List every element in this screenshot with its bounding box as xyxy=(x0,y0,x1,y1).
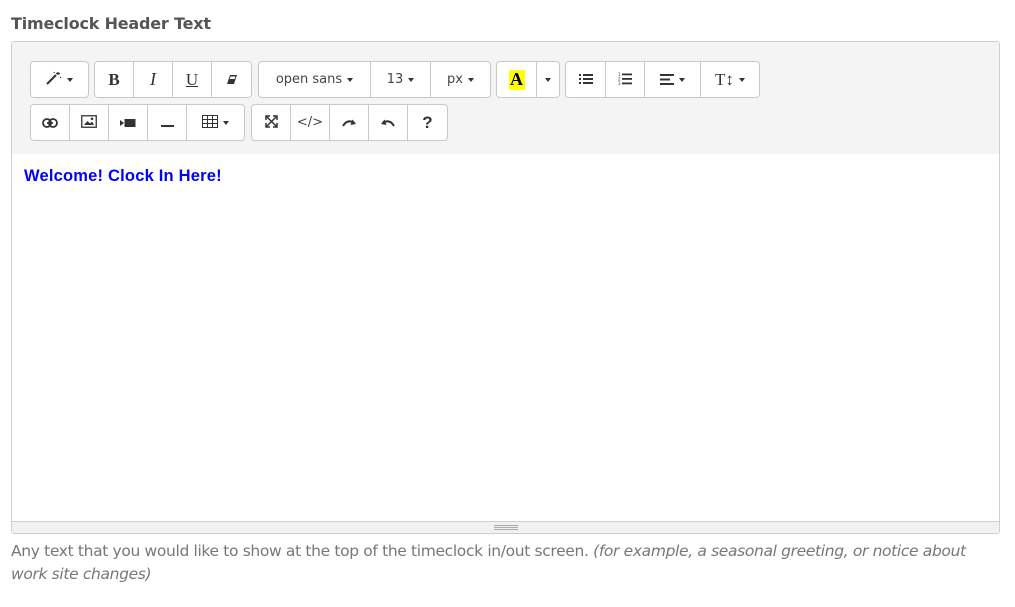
style-group xyxy=(30,61,89,98)
font-unit-value: px xyxy=(447,72,463,87)
insert-link-button[interactable] xyxy=(31,105,70,140)
font-size-dropdown[interactable]: 13 xyxy=(371,62,431,97)
horizontal-rule-icon xyxy=(160,115,174,131)
svg-text:3: 3 xyxy=(618,81,621,85)
table-icon xyxy=(202,114,218,131)
highlight-color-swatch: A xyxy=(508,69,525,90)
clear-format-button[interactable] xyxy=(212,62,251,97)
align-dropdown-button[interactable] xyxy=(645,62,701,97)
redo-button[interactable] xyxy=(330,105,369,140)
insert-table-button[interactable] xyxy=(187,105,244,140)
field-label: Timeclock Header Text xyxy=(11,14,211,33)
code-view-label: </> xyxy=(296,115,324,130)
underline-button[interactable]: U xyxy=(173,62,212,97)
insert-video-button[interactable] xyxy=(109,105,148,140)
font-style-group: B I U xyxy=(94,61,252,98)
editor-content-area[interactable]: Welcome! Clock In Here! xyxy=(12,154,999,523)
style-dropdown-button[interactable] xyxy=(31,62,88,97)
magic-wand-icon xyxy=(46,71,62,88)
header-text-content: Welcome! Clock In Here! xyxy=(24,167,222,185)
font-family-dropdown[interactable]: open sans xyxy=(259,62,371,97)
link-icon xyxy=(42,115,58,131)
image-icon xyxy=(81,114,97,131)
chevron-down-icon xyxy=(545,77,551,82)
font-group: open sans 13 px xyxy=(258,61,491,98)
grip-icon xyxy=(493,525,518,530)
horizontal-rule-button[interactable] xyxy=(148,105,187,140)
font-family-value: open sans xyxy=(275,72,343,87)
video-icon xyxy=(120,115,136,131)
highlight-color-button[interactable]: A xyxy=(497,62,537,97)
align-left-icon xyxy=(660,72,674,88)
view-group: </> ? xyxy=(251,104,448,141)
insert-image-button[interactable] xyxy=(70,105,109,140)
line-height-label: T↕ xyxy=(715,69,734,89)
bold-button[interactable]: B xyxy=(95,62,134,97)
rich-text-editor[interactable]: B I U open sans 13 px A 1 2 3 T↕ </> ? W… xyxy=(11,41,1000,534)
insert-group xyxy=(30,104,245,141)
fullscreen-icon xyxy=(264,114,278,131)
eraser-icon xyxy=(226,72,238,88)
color-dropdown-button[interactable] xyxy=(537,62,559,97)
unordered-list-icon xyxy=(578,72,593,88)
ordered-list-icon: 1 2 3 xyxy=(618,72,632,88)
help-button[interactable]: ? xyxy=(408,105,447,140)
fullscreen-button[interactable] xyxy=(252,105,291,140)
font-unit-dropdown[interactable]: px xyxy=(431,62,490,97)
field-help-text: Any text that you would like to show at … xyxy=(11,540,996,586)
font-size-value: 13 xyxy=(386,72,404,87)
editor-resize-handle[interactable] xyxy=(12,521,999,533)
undo-button[interactable] xyxy=(369,105,408,140)
color-group: A xyxy=(496,61,560,98)
editor-toolbar: B I U open sans 13 px A 1 2 3 T↕ </> ? xyxy=(12,42,999,154)
undo-icon xyxy=(380,115,396,131)
unordered-list-button[interactable] xyxy=(566,62,606,97)
ordered-list-button[interactable]: 1 2 3 xyxy=(606,62,645,97)
line-height-dropdown-button[interactable]: T↕ xyxy=(701,62,759,97)
redo-icon xyxy=(341,115,357,131)
italic-button[interactable]: I xyxy=(134,62,173,97)
help-text-main: Any text that you would like to show at … xyxy=(11,542,589,560)
code-view-button[interactable]: </> xyxy=(291,105,330,140)
paragraph-group: 1 2 3 T↕ xyxy=(565,61,760,98)
